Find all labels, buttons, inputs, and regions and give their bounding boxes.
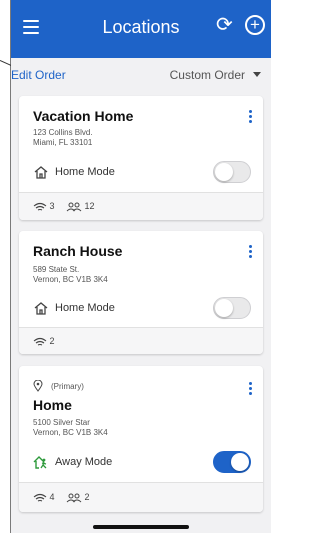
wifi-stat: 4: [33, 492, 55, 503]
wifi-count: 3: [49, 201, 55, 211]
location-name: Home: [33, 397, 72, 413]
people-stat: 12: [66, 201, 95, 212]
card-footer: 2: [19, 327, 263, 354]
plus-circle-icon[interactable]: +: [245, 15, 265, 35]
more-options-icon[interactable]: [249, 382, 253, 397]
wifi-icon: [33, 337, 47, 346]
app-header: Locations ⟳ +: [11, 0, 271, 58]
wifi-stat: 2: [33, 336, 55, 347]
people-count: 12: [84, 201, 95, 211]
address-line: Miami, FL 33101: [33, 138, 93, 147]
address-line: 589 State St.: [33, 265, 80, 274]
wifi-icon: [33, 202, 47, 211]
card-footer: 3 12: [19, 192, 263, 220]
home-icon: [34, 166, 48, 179]
away-mode-icon: [33, 456, 47, 469]
people-icon: [66, 202, 82, 211]
location-card[interactable]: Vacation Home 123 Collins Blvd. Miami, F…: [19, 96, 263, 220]
people-count: 2: [84, 492, 90, 502]
address-line: 123 Collins Blvd.: [33, 128, 93, 137]
location-name: Vacation Home: [33, 108, 134, 124]
address-line: Vernon, BC V1B 3K4: [33, 428, 108, 437]
toggle-knob: [215, 163, 233, 181]
toggle-knob: [231, 453, 249, 471]
wifi-stat: 3: [33, 201, 55, 212]
location-card[interactable]: (Primary) Home 5100 Silver Star Vernon, …: [19, 366, 263, 512]
location-pin-icon: [33, 380, 43, 392]
edit-order-link[interactable]: Edit Order: [11, 68, 66, 82]
list-toolbar: Edit Order Custom Order: [11, 58, 271, 90]
sort-dropdown[interactable]: Custom Order: [170, 68, 245, 82]
location-name: Ranch House: [33, 243, 123, 259]
more-options-icon[interactable]: [249, 245, 253, 260]
address-line: Vernon, BC V1B 3K4: [33, 275, 108, 284]
more-options-icon[interactable]: [249, 110, 253, 125]
toggle-knob: [215, 299, 233, 317]
refresh-icon[interactable]: ⟳: [216, 15, 233, 35]
mode-label: Home Mode: [55, 302, 115, 314]
mode-toggle[interactable]: [213, 161, 251, 183]
mode-toggle[interactable]: [213, 451, 251, 473]
wifi-count: 4: [49, 492, 55, 502]
mode-toggle[interactable]: [213, 297, 251, 319]
wifi-icon: [33, 493, 47, 502]
wifi-count: 2: [49, 336, 55, 346]
location-card[interactable]: Ranch House 589 State St. Vernon, BC V1B…: [19, 231, 263, 354]
primary-label: (Primary): [51, 382, 84, 391]
card-footer: 4 2: [19, 482, 263, 512]
phone-screen: Locations ⟳ + Edit Order Custom Order Va…: [11, 0, 271, 533]
chevron-down-icon[interactable]: [253, 72, 261, 77]
home-icon: [34, 302, 48, 315]
address-line: 5100 Silver Star: [33, 418, 90, 427]
people-icon: [66, 493, 82, 502]
home-indicator[interactable]: [93, 525, 189, 529]
mode-label: Away Mode: [55, 456, 113, 468]
people-stat: 2: [66, 492, 90, 503]
mode-label: Home Mode: [55, 166, 115, 178]
